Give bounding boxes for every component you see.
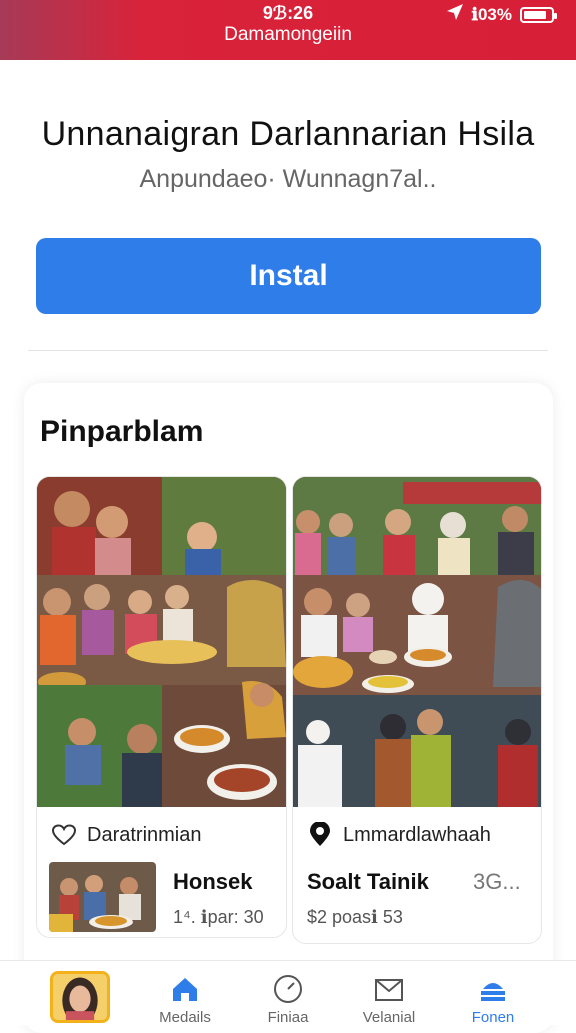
tab-label: Fonen <box>471 1009 515 1026</box>
battery-percent: ℹ03% <box>471 4 512 24</box>
location-pin-icon[interactable] <box>307 821 333 848</box>
listing-card-2[interactable]: Lmmardlawhaah Soalt Tainik $2 poasℹ 53 3… <box>292 476 542 944</box>
app-subtitle: Anpundaeo· Wunnagn7al.. <box>139 165 437 193</box>
tab-label: Finiaa <box>267 1009 309 1026</box>
tab-velanial[interactable]: Velanial <box>334 961 444 1026</box>
status-right: ℹ03% <box>446 3 557 26</box>
listing-label-text: Daratrinmian <box>87 823 202 846</box>
listing-label-2: Lmmardlawhaah <box>307 821 491 848</box>
tab-label: Velanial <box>362 1009 416 1026</box>
tab-fonen[interactable]: Fonen <box>438 961 548 1026</box>
listing-card-1[interactable]: Daratrinmian Honsek 1⁴. ℹpar: 30 <box>36 476 287 938</box>
status-bar: 9ℬ:26 Damamongeiin ℹ03% <box>0 0 576 60</box>
listing-label-1: Daratrinmian <box>51 822 201 848</box>
profile-icon <box>477 973 509 1005</box>
tab-medails[interactable]: Medails <box>130 961 240 1026</box>
avatar[interactable] <box>50 971 110 1023</box>
listing-thumbnail <box>49 862 156 932</box>
app-title: Unnanaigran Darlannarian Hsila <box>41 115 535 153</box>
listing-label-text: Lmmardlawhaah <box>343 823 491 846</box>
listing-price-sub: $2 poasℹ 53 <box>307 907 403 927</box>
listing-price-title: Soalt Tainik <box>307 869 429 894</box>
listing-price-sub: 1⁴. ℹpar: 30 <box>173 907 264 927</box>
tab-finiaa[interactable]: Finiaa <box>233 961 343 1026</box>
section-title: Pinparblam <box>40 415 204 448</box>
mail-icon <box>373 973 405 1005</box>
location-arrow-icon <box>446 3 464 26</box>
home-icon <box>169 973 201 1005</box>
install-button[interactable]: Instal <box>36 238 541 314</box>
tab-label: Medails <box>159 1009 211 1026</box>
listing-photo-collage <box>293 477 541 807</box>
heart-icon[interactable] <box>51 822 77 848</box>
listing-photo-collage <box>37 477 286 807</box>
battery-icon <box>520 6 557 23</box>
clock-icon <box>272 973 304 1005</box>
featured-section: Pinparblam Daratrinmian Honsek 1⁴. ℹpar:… <box>24 383 553 1033</box>
bottom-tab-bar: Medails Finiaa Velanial Fonen <box>0 960 576 1026</box>
status-carrier: Damamongeiin <box>224 24 352 45</box>
listing-price-title: Honsek <box>173 869 253 894</box>
listing-price-extra: 3G... <box>473 869 521 894</box>
divider <box>28 350 548 351</box>
